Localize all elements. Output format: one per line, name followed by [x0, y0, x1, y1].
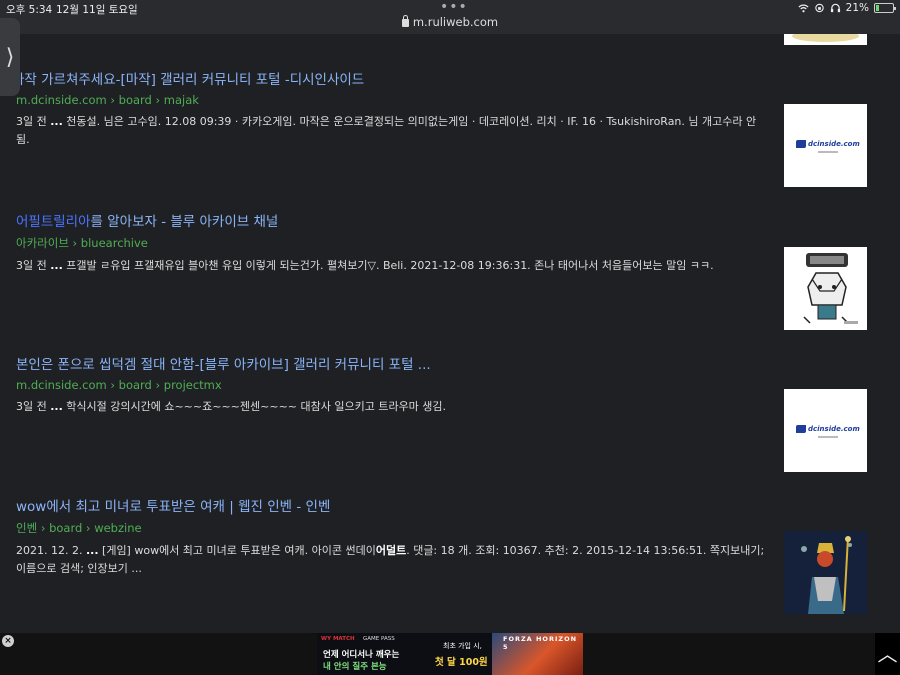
battery-percent: 21% [845, 2, 869, 14]
chevron-right-icon: ⟩ [5, 44, 15, 70]
search-result: 마작 가르쳐주세요-[마작] 갤러리 커뮤니티 포털 -디시인사이드 m.dci… [12, 68, 766, 149]
ad-promo-label: 최초 가입 시, [443, 642, 482, 650]
headphones-icon [830, 3, 840, 13]
result-snippet: 3일 전 ... 천동설. 님은 고수임. 12.08 09:39 · 카카오게… [16, 115, 757, 146]
result-url[interactable]: m.dcinside.com › board › majak [16, 93, 766, 107]
ad-game-title: FORZA HORIZON 5 [503, 635, 578, 651]
more-dots-icon[interactable]: ••• [440, 0, 468, 14]
result-thumbnail[interactable]: dcinside.com [784, 389, 867, 472]
result-url[interactable]: 아카라이브 › bluearchive [16, 235, 766, 251]
result-snippet: 3일 전 ... 학식시절 강의시간에 쇼~~~죠~~~젠센~~~~ 대참사 일… [16, 400, 447, 413]
status-bar: 오후 5:34 12월 11일 토요일 ••• m.ruliweb.com 21… [0, 0, 900, 34]
side-panel-toggle[interactable]: ⟩ [0, 18, 20, 96]
close-ad-icon[interactable]: × [2, 635, 14, 647]
game-character-image [784, 531, 867, 614]
address-bar[interactable]: m.ruliweb.com [0, 15, 900, 29]
result-url[interactable]: m.dcinside.com › board › projectmx [16, 378, 766, 392]
result-thumbnail-previous[interactable] [784, 34, 867, 45]
result-thumbnail[interactable] [784, 247, 867, 330]
dcinside-logo: dcinside.com [796, 140, 860, 148]
result-url[interactable]: 인벤 › board › webzine [16, 520, 766, 536]
result-snippet: 3일 전 ... 프갤발 ㄹ유입 프갤재유입 블아챈 유입 이렇게 되는건가. … [16, 259, 714, 272]
ad-brand: WY MATCH [321, 636, 355, 642]
result-title-link[interactable]: 본인은 폰으로 씹덕겜 절대 안함-[블루 아카이브] 갤러리 커뮤니티 포털 … [16, 353, 766, 373]
status-icons: 21% [798, 2, 896, 14]
battery-icon [874, 3, 896, 13]
orientation-lock-icon [814, 3, 824, 13]
ad-gamepass: GAME PASS [363, 636, 395, 642]
result-title-link[interactable]: 어필트릴리아를 알아보자 - 블루 아카이브 채널 [16, 210, 766, 230]
lock-icon [401, 15, 409, 27]
scroll-to-top-button[interactable]: ︿ [875, 633, 900, 675]
result-thumbnail[interactable]: dcinside.com [784, 104, 867, 187]
url-text: m.ruliweb.com [412, 15, 499, 29]
search-result: wow에서 최고 미녀로 투표받은 여캐 | 웹진 인벤 - 인벤 인벤 › b… [16, 495, 766, 578]
ad-subheadline: 내 안의 질주 본능 [323, 662, 387, 672]
ad-banner[interactable]: WY MATCH GAME PASS 언제 어디서나 깨우는 내 안의 질주 본… [317, 633, 583, 675]
search-result: 어필트릴리아를 알아보자 - 블루 아카이브 채널 아카라이브 › bluear… [16, 210, 766, 275]
wifi-icon [798, 4, 809, 13]
dcinside-logo: dcinside.com [796, 425, 860, 433]
result-snippet: 2021. 12. 2. ... [게임] wow에서 최고 미녀로 투표받은 … [16, 544, 765, 575]
ad-promo-price: 첫 달 100원 [435, 657, 488, 668]
ad-headline: 언제 어디서나 깨우는 [323, 650, 400, 660]
result-title-link[interactable]: wow에서 최고 미녀로 투표받은 여캐 | 웹진 인벤 - 인벤 [16, 495, 766, 515]
search-result: 본인은 폰으로 씹덕겜 절대 안함-[블루 아카이브] 갤러리 커뮤니티 포털 … [16, 353, 766, 416]
character-drawing-image [803, 253, 858, 324]
result-title-link[interactable]: 마작 가르쳐주세요-[마작] 갤러리 커뮤니티 포털 -디시인사이드 [12, 68, 766, 88]
result-thumbnail[interactable] [784, 531, 867, 614]
chevron-up-icon: ︿ [877, 642, 898, 666]
